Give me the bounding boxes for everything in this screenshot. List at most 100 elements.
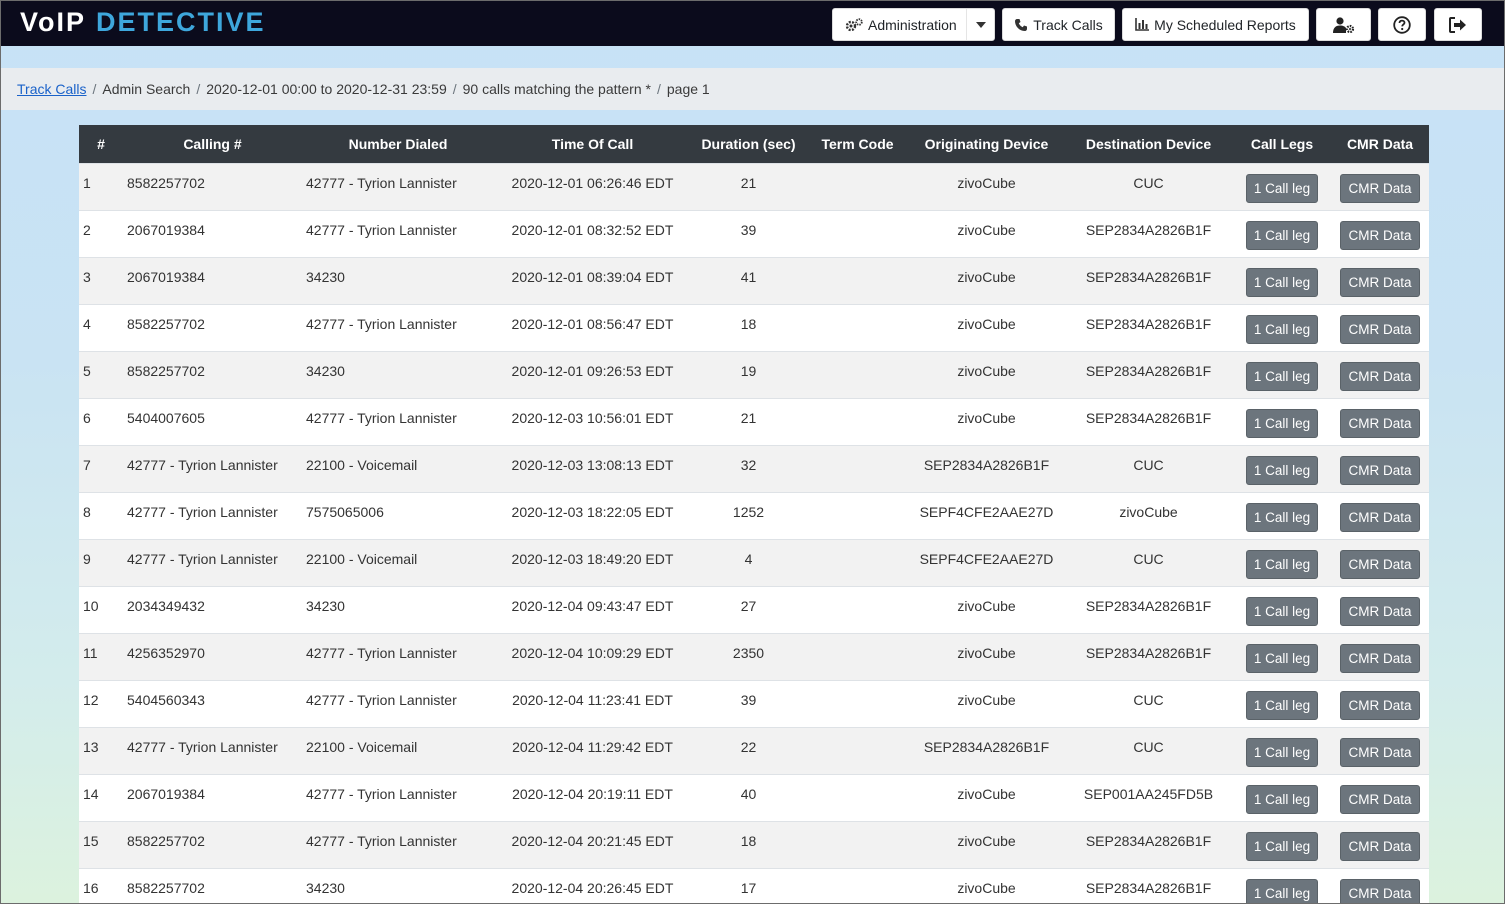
call-leg-button[interactable]: 1 Call leg: [1245, 362, 1319, 391]
cmr-data-button[interactable]: CMR Data: [1340, 879, 1420, 903]
call-leg-button[interactable]: 1 Call leg: [1245, 456, 1319, 485]
cmr-data-button[interactable]: CMR Data: [1340, 362, 1420, 391]
cmr-data-button[interactable]: CMR Data: [1340, 738, 1420, 767]
cell-time-of-call: 2020-12-01 08:39:04 EDT: [494, 257, 691, 305]
cmr-data-button[interactable]: CMR Data: [1340, 268, 1420, 297]
breadcrumb-track-calls-link[interactable]: Track Calls: [17, 81, 87, 97]
cell-call-legs: 1 Call leg: [1233, 586, 1331, 634]
header-time-of-call[interactable]: Time Of Call: [494, 125, 691, 164]
cell-duration: 39: [691, 680, 806, 728]
my-scheduled-reports-button[interactable]: My Scheduled Reports: [1122, 8, 1309, 41]
header-term-code[interactable]: Term Code: [806, 125, 909, 164]
call-leg-button[interactable]: 1 Call leg: [1245, 550, 1319, 579]
cell-destination-device: CUC: [1064, 445, 1233, 493]
cell-index: 1: [79, 163, 123, 211]
cell-number-dialed: 42777 - Tyrion Lannister: [302, 774, 494, 822]
cell-destination-device: SEP2834A2826B1F: [1064, 821, 1233, 869]
cmr-data-button[interactable]: CMR Data: [1340, 315, 1420, 344]
logout-button[interactable]: [1434, 8, 1482, 41]
cmr-data-button[interactable]: CMR Data: [1340, 644, 1420, 673]
cell-originating-device: zivoCube: [909, 868, 1064, 903]
call-leg-button[interactable]: 1 Call leg: [1245, 268, 1319, 297]
cell-calling: 42777 - Tyrion Lannister: [123, 492, 302, 540]
call-leg-button[interactable]: 1 Call leg: [1245, 832, 1319, 861]
cell-duration: 1252: [691, 492, 806, 540]
cell-cmr-data: CMR Data: [1331, 163, 1429, 211]
cell-time-of-call: 2020-12-04 09:43:47 EDT: [494, 586, 691, 634]
header-originating-device[interactable]: Originating Device: [909, 125, 1064, 164]
cell-call-legs: 1 Call leg: [1233, 351, 1331, 399]
call-leg-button[interactable]: 1 Call leg: [1245, 879, 1319, 903]
administration-dropdown-button[interactable]: Administration: [832, 8, 995, 41]
calls-table: # Calling # Number Dialed Time Of Call D…: [79, 125, 1429, 903]
cmr-data-button[interactable]: CMR Data: [1340, 174, 1420, 203]
cmr-data-button[interactable]: CMR Data: [1340, 503, 1420, 532]
cell-term-code: [806, 163, 909, 211]
call-leg-button[interactable]: 1 Call leg: [1245, 738, 1319, 767]
cell-time-of-call: 2020-12-04 10:09:29 EDT: [494, 633, 691, 681]
cell-destination-device: SEP2834A2826B1F: [1064, 210, 1233, 258]
cell-calling: 2067019384: [123, 257, 302, 305]
call-leg-button[interactable]: 1 Call leg: [1245, 174, 1319, 203]
cell-call-legs: 1 Call leg: [1233, 727, 1331, 775]
header-destination-device[interactable]: Destination Device: [1064, 125, 1233, 164]
cell-cmr-data: CMR Data: [1331, 492, 1429, 540]
cell-index: 10: [79, 586, 123, 634]
cmr-data-button[interactable]: CMR Data: [1340, 691, 1420, 720]
voip-detective-logo[interactable]: VoIP DETECTIVE: [20, 7, 266, 37]
call-leg-button[interactable]: 1 Call leg: [1245, 597, 1319, 626]
cmr-data-button[interactable]: CMR Data: [1340, 597, 1420, 626]
sign-out-icon: [1449, 16, 1467, 33]
cell-time-of-call: 2020-12-04 20:21:45 EDT: [494, 821, 691, 869]
call-leg-button[interactable]: 1 Call leg: [1245, 644, 1319, 673]
cell-calling: 8582257702: [123, 304, 302, 352]
scheduled-reports-label: My Scheduled Reports: [1154, 16, 1296, 33]
cell-cmr-data: CMR Data: [1331, 351, 1429, 399]
cell-time-of-call: 2020-12-04 20:19:11 EDT: [494, 774, 691, 822]
cell-term-code: [806, 680, 909, 728]
call-leg-button[interactable]: 1 Call leg: [1245, 221, 1319, 250]
cmr-data-button[interactable]: CMR Data: [1340, 456, 1420, 485]
call-leg-button[interactable]: 1 Call leg: [1245, 315, 1319, 344]
cmr-data-button[interactable]: CMR Data: [1340, 832, 1420, 861]
table-row: 7 42777 - Tyrion Lannister 22100 - Voicema…: [79, 445, 1429, 493]
cell-term-code: [806, 445, 909, 493]
cell-originating-device: SEPF4CFE2AAE27D: [909, 492, 1064, 540]
cell-duration: 27: [691, 586, 806, 634]
cell-originating-device: zivoCube: [909, 210, 1064, 258]
question-circle-icon: [1393, 15, 1411, 34]
help-button[interactable]: [1378, 8, 1426, 41]
cell-number-dialed: 22100 - Voicemail: [302, 539, 494, 587]
cell-originating-device: zivoCube: [909, 163, 1064, 211]
header-duration[interactable]: Duration (sec): [691, 125, 806, 164]
cmr-data-button[interactable]: CMR Data: [1340, 221, 1420, 250]
header-number-dialed[interactable]: Number Dialed: [302, 125, 494, 164]
cell-duration: 21: [691, 163, 806, 211]
call-leg-button[interactable]: 1 Call leg: [1245, 785, 1319, 814]
cell-call-legs: 1 Call leg: [1233, 868, 1331, 903]
cell-destination-device: SEP2834A2826B1F: [1064, 398, 1233, 446]
breadcrumb-admin-search: Admin Search: [102, 81, 191, 97]
header-index[interactable]: #: [79, 125, 123, 164]
cmr-data-button[interactable]: CMR Data: [1340, 550, 1420, 579]
cell-number-dialed: 42777 - Tyrion Lannister: [302, 821, 494, 869]
call-leg-button[interactable]: 1 Call leg: [1245, 503, 1319, 532]
cell-originating-device: zivoCube: [909, 398, 1064, 446]
table-row: 11 4256352970 42777 - Tyrion Lannister 2020…: [79, 633, 1429, 681]
cell-destination-device: SEP2834A2826B1F: [1064, 257, 1233, 305]
chevron-down-icon[interactable]: [966, 9, 994, 40]
cell-index: 3: [79, 257, 123, 305]
cell-number-dialed: 42777 - Tyrion Lannister: [302, 304, 494, 352]
cmr-data-button[interactable]: CMR Data: [1340, 409, 1420, 438]
user-settings-button[interactable]: [1316, 8, 1371, 41]
cell-term-code: [806, 586, 909, 634]
header-calling[interactable]: Calling #: [123, 125, 302, 164]
cell-index: 6: [79, 398, 123, 446]
cell-time-of-call: 2020-12-03 18:22:05 EDT: [494, 492, 691, 540]
call-leg-button[interactable]: 1 Call leg: [1245, 409, 1319, 438]
cell-term-code: [806, 774, 909, 822]
track-calls-button[interactable]: Track Calls: [1002, 8, 1115, 41]
cell-duration: 39: [691, 210, 806, 258]
call-leg-button[interactable]: 1 Call leg: [1245, 691, 1319, 720]
cmr-data-button[interactable]: CMR Data: [1340, 785, 1420, 814]
